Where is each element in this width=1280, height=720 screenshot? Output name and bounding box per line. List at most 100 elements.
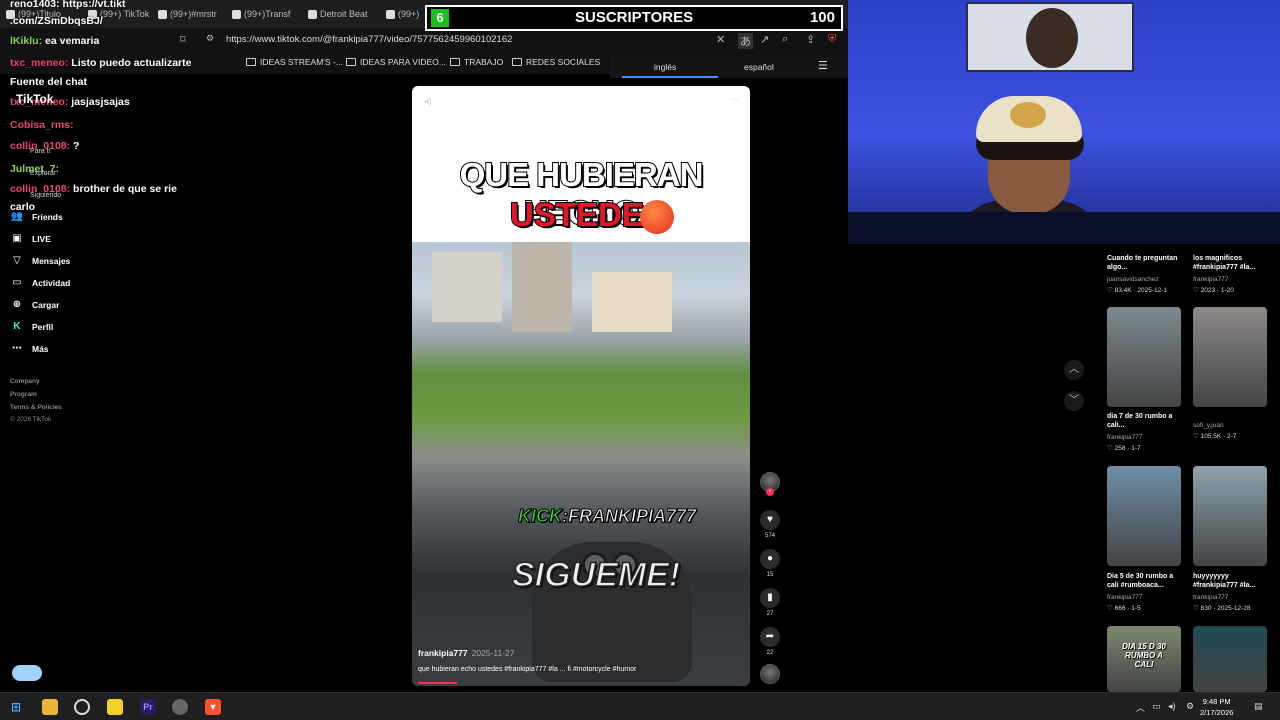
sidebar-item-mensajes[interactable]: ▽ Mensajes [10,255,70,266]
recommended-title[interactable]: dia 7 de 30 rumbo a cali... [1107,412,1185,430]
translate-active-indicator [622,76,718,78]
url-field[interactable]: https://www.tiktok.com/@frankipia777/vid… [226,34,512,45]
app-yellow-icon[interactable] [107,699,123,715]
tiktok-logo[interactable]: TikTok [16,92,54,106]
save-count: 27 [766,611,774,617]
video-more-icon[interactable]: ⋯ [730,94,739,105]
heart-icon: ♥ [760,510,780,530]
chat-text: ? [73,140,80,152]
site-settings-icon[interactable]: ⚙ [206,33,214,44]
volume-tray-icon[interactable]: ◂) [1168,701,1176,712]
bookmark-trabajo[interactable]: TRABAJO [450,57,503,67]
settings-tray-icon[interactable]: ⚙ [1186,701,1194,712]
recommended-thumbnail[interactable] [1193,626,1267,692]
recommended-thumbnail[interactable] [1193,307,1267,407]
chat-text: .com/ZSmDbqsBJ/ [10,15,103,27]
scroll-down-icon[interactable]: ﹀ [1064,391,1084,411]
settings-app-icon[interactable] [172,699,188,715]
recommended-title[interactable]: huyyyyyyy #frankipia777 #la... [1193,572,1271,590]
save-button[interactable]: ▮ 27 [760,588,780,617]
sidebar-item-actividad[interactable]: ▭ Actividad [10,277,70,288]
recommended-author[interactable]: sofi_y.juan [1193,422,1224,429]
video-progress-bar[interactable] [418,682,458,684]
tray-expand-icon[interactable]: ︿ [1136,701,1145,714]
sidebar-item-para-ti[interactable]: Para ti [30,148,50,155]
chat-username[interactable]: lKiklu: [10,35,42,47]
sidebar-footer-link[interactable]: Company [10,378,40,385]
video-author[interactable]: frankipia777 2025-11-27 [418,648,514,658]
browser-tab[interactable]: (99+)Transf [232,6,306,22]
recommended-title[interactable]: Dia 5 de 30 rumbo a cali #rumboaca... [1107,572,1185,590]
browser-tab[interactable]: Detroit Beat [308,6,382,22]
recommended-thumbnail[interactable] [1193,466,1267,566]
chat-username[interactable]: Cobisa_rms: [10,119,74,131]
translate-source-language[interactable]: inglés [654,62,676,72]
recommended-stats: ♡ 2023 · 1-20 [1193,287,1234,294]
sidebar-item-live[interactable]: ▣ LIVE [10,233,51,244]
video-player[interactable]: ◂) ⋯ QUE HUBIERAN HECHO USTEDES KICK:FRA… [412,86,750,686]
recommended-author[interactable]: frankipia777 [1193,276,1228,283]
translate-menu-icon[interactable]: ☰ [818,59,828,72]
recommended-thumbnail[interactable] [1107,307,1181,407]
sidebar-item-explorar[interactable]: Explorar [30,170,56,177]
translate-bar: inglés español ☰ [610,56,848,78]
brave-shield-icon[interactable]: ⛨ [828,33,836,46]
brave-browser-icon[interactable]: ▼ [205,699,221,715]
bookmark-icon[interactable]: ⌑ [180,33,186,46]
like-button[interactable]: ♥ 574 [760,510,780,539]
recommended-title[interactable]: Cuando te preguntan algo... [1107,254,1185,272]
recommended-thumbnail[interactable]: DIA 15 D 30 RUMBO A CALI [1107,626,1181,692]
recommended-author[interactable]: frankipia777 [1107,434,1142,441]
translate-icon[interactable]: あ [738,33,753,49]
mute-site-icon[interactable]: ✕ [716,33,725,46]
recommended-thumbnail[interactable] [1107,466,1181,566]
follow-plus-icon[interactable]: + [766,488,774,496]
network-icon[interactable]: ▭ [1152,701,1161,712]
recommended-author[interactable]: frankipia777 [1107,594,1142,601]
taskbar-clock[interactable]: 9:48 PM 2/17/2026 [1200,696,1233,718]
chat-message: .com/ZSmDbqsBJ/ [10,15,103,27]
chat-username[interactable]: txc_meneo: [10,57,68,69]
share-button[interactable]: ➦ 22 [760,627,780,656]
obs-icon[interactable] [74,699,90,715]
angry-emoji-icon [640,200,674,234]
browser-tab[interactable]: (99+) [386,6,430,22]
sidebar-item-cargar[interactable]: ⊕ Cargar [10,299,60,310]
file-explorer-icon[interactable] [42,699,58,715]
windows-start-icon[interactable]: ⊞ [8,699,24,715]
video-frame [412,242,750,686]
scroll-up-icon[interactable]: ︿ [1064,360,1084,380]
comment-button[interactable]: ● 15 [760,549,780,578]
sidebar-footer-link[interactable]: Program [10,391,37,398]
volume-icon[interactable]: ◂) [424,96,432,107]
address-bar: ⌑ ⚙ https://www.tiktok.com/@frankipia777… [0,28,848,52]
recommended-title[interactable]: los magnificos #frankipia777 #la... [1193,254,1271,272]
browser-tab[interactable]: (99+)#mrstr [158,6,230,22]
creator-avatar[interactable]: + [760,472,780,496]
like-count: 574 [764,533,775,539]
open-external-icon[interactable]: ↗ [760,33,769,46]
music-disc[interactable] [760,664,780,684]
chat-message: lKiklu: ea vemaria [10,35,99,47]
notifications-icon[interactable]: ▤ [1254,701,1263,712]
friends-icon: 👥 [10,211,24,222]
recommended-author[interactable]: frankipia777 [1193,594,1228,601]
recommended-author[interactable]: juansavidsanchez [1107,276,1159,283]
bookmark-ideas-streams[interactable]: IDEAS STREAM'S -... [246,57,343,67]
helper-bubble-icon[interactable] [12,665,42,681]
sidebar-item-perfil[interactable]: K Perfil [10,321,53,332]
sidebar-item-m-s[interactable]: ⋯ Más [10,343,49,354]
chat-text: Listo puedo actualizarte [71,57,192,69]
translate-target-language[interactable]: español [744,62,774,72]
sidebar-item-friends[interactable]: 👥 Friends [10,211,63,222]
bookmark-ideas-video[interactable]: IDEAS PARA VIDEO... [346,57,446,67]
premiere-pro-icon[interactable]: Pr [140,699,156,715]
sidebar-item-siguiendo[interactable]: Siguiendo [30,192,61,199]
zoom-icon[interactable]: ⌕ [782,33,788,46]
tab-favicon-icon [232,9,241,19]
chat-message: reno1403: https://vt.tikt [10,0,126,10]
share-icon[interactable]: ⇪ [806,33,815,46]
bookmark-redes-sociales[interactable]: REDES SOCIALES [512,57,600,67]
chat-username[interactable]: reno1403: [10,0,60,10]
sidebar-footer-link[interactable]: Terms & Policies [10,404,62,411]
